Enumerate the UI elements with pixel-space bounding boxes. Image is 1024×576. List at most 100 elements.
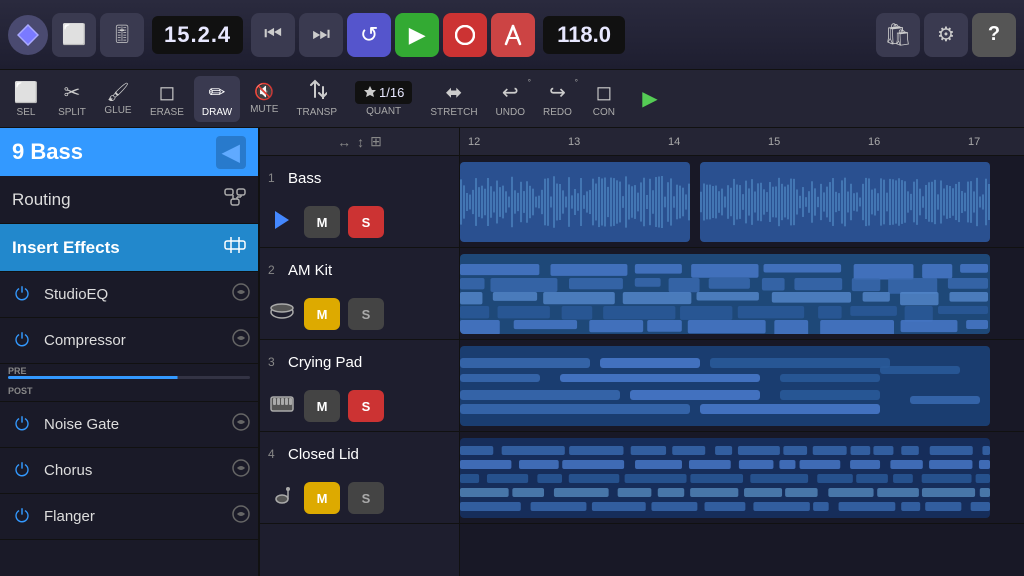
glue-icon: 🖌 [107,82,130,103]
mute-btn-0[interactable]: M [304,206,340,238]
solo-btn-3[interactable]: S [348,482,384,514]
tool-stretch[interactable]: ⬌ STRETCH [422,76,485,122]
time-display: 15.2.4 [152,16,243,54]
top-toolbar: ⬜ 🎚 15.2.4 ⏮ ⏭ ↺ ▶ 118.0 🛍 ⚙ ? [0,0,1024,70]
solo-btn-1[interactable]: S [348,298,384,330]
transp-icon [307,79,327,105]
tool-undo[interactable]: ↩° UNDO [488,76,533,122]
tool-transp[interactable]: TRANSP [288,75,345,122]
erase-icon: ◻ [159,80,176,105]
track-name-1: AM Kit [288,262,451,279]
quant-display: 1/16 [355,81,412,104]
stretch-icon: ⬌ [446,80,463,105]
routing-label: Routing [12,190,71,210]
edit-noisegate-icon[interactable] [232,413,250,436]
flanger-name: Flanger [44,508,224,525]
tool-glue[interactable]: 🖌 GLUE [96,78,140,120]
insert-effects-label: Insert Effects [12,238,120,258]
effect-row-noisegate[interactable]: ⏻ Noise Gate [0,402,258,448]
ruler-mark-15: 15 [760,136,860,148]
tool-play-small[interactable]: ▶ [628,82,672,115]
bpm-display: 118.0 [543,16,625,54]
tool-redo[interactable]: ↪° REDO [535,76,580,122]
effect-row-chorus[interactable]: ⏻ Chorus [0,448,258,494]
skip-back-button[interactable]: ⏮ [251,13,295,57]
settings-button[interactable]: ⚙ [924,13,968,57]
chorus-name: Chorus [44,462,224,479]
split-label: SPLIT [58,107,86,118]
track-item-1: 2AM KitMS [260,248,459,340]
tool-draw[interactable]: ✏ DRAW [194,76,240,122]
track-name-0: Bass [288,170,451,187]
draw-icon: ✏ [209,80,226,105]
waveform-track-0[interactable] [460,156,1024,248]
quant-value: 1/16 [379,85,404,100]
solo-btn-0[interactable]: S [348,206,384,238]
insert-effects-icon [224,236,246,259]
grid-icon[interactable]: ⊞ [370,133,382,150]
undo-label: UNDO [496,107,525,118]
mute-btn-2[interactable]: M [304,390,340,422]
track-icon-0[interactable] [268,209,296,236]
solo-btn-2[interactable]: S [348,390,384,422]
sel-label: SEL [17,107,36,118]
mute-btn-1[interactable]: M [304,298,340,330]
main-area: 9 Bass ◀ Routing Insert Effect [0,128,1024,576]
track-icon-1[interactable] [268,302,296,327]
sel-icon: ⬜ [14,80,39,105]
noisegate-name: Noise Gate [44,416,224,433]
studioeq-name: StudioEQ [44,286,224,303]
edit-chorus-icon[interactable] [232,459,250,482]
waveform-track-1[interactable] [460,248,1024,340]
ruler-mark-16: 16 [860,136,960,148]
metronome-button[interactable] [491,13,535,57]
edit-flanger-icon[interactable] [232,505,250,528]
effect-row-compressor[interactable]: ⏻ Compressor [0,318,258,364]
edit-compressor-icon[interactable] [232,329,250,352]
power-flanger[interactable]: ⏻ [8,506,36,527]
insert-effects-row[interactable]: Insert Effects [0,224,258,272]
power-noisegate[interactable]: ⏻ [8,414,36,435]
tool-quant[interactable]: 1/16 QUANT [347,77,420,121]
mute-label: MUTE [250,104,278,115]
power-chorus[interactable]: ⏻ [8,460,36,481]
track-icon-2[interactable] [268,396,296,417]
ruler-mark-12: 12 [460,136,560,148]
right-panel: ↔ ↕ ⊞ 1213141516171819 1BassMS2AM KitMS3… [260,128,1024,576]
help-button[interactable]: ? [972,13,1016,57]
redo-icon: ↪° [549,80,566,105]
transp-label: TRANSP [296,107,337,118]
record-button[interactable] [443,13,487,57]
skip-forward-button[interactable]: ⏭ [299,13,343,57]
tool-sel[interactable]: ⬜ SEL [4,76,48,122]
mute-btn-3[interactable]: M [304,482,340,514]
track-arrow-button[interactable]: ◀ [216,136,246,169]
routing-row[interactable]: Routing [0,176,258,224]
track-item-0: 1BassMS [260,156,459,248]
loop-button[interactable]: ↺ [347,13,391,57]
stop-button[interactable]: ⬜ [52,13,96,57]
shop-button[interactable]: 🛍 [876,13,920,57]
h-scroll-icon[interactable]: ↔ [337,134,351,150]
waveform-track-2[interactable] [460,340,1024,432]
logo-button[interactable] [8,15,48,55]
play-button[interactable]: ▶ [395,13,439,57]
tool-split[interactable]: ✂ SPLIT [50,76,94,122]
edit-studioeq-icon[interactable] [232,283,250,306]
power-compressor[interactable]: ⏻ [8,330,36,351]
effect-row-flanger[interactable]: ⏻ Flanger [0,494,258,540]
tool-erase[interactable]: ◻ ERASE [142,76,192,122]
ruler-mark-14: 14 [660,136,760,148]
track-icon-3[interactable] [268,485,296,512]
ruler-row: ↔ ↕ ⊞ 1213141516171819 [260,128,1024,156]
waveform-track-3[interactable] [460,432,1024,524]
tool-mute[interactable]: 🔇 MUTE [242,78,286,119]
effect-row-studioeq[interactable]: ⏻ StudioEQ [0,272,258,318]
v-scroll-icon[interactable]: ↕ [357,134,364,150]
mixer-button[interactable]: 🎚 [100,13,144,57]
draw-label: DRAW [202,107,232,118]
power-studioeq[interactable]: ⏻ [8,284,36,305]
ruler-mark-17: 17 [960,136,1024,148]
tool-con[interactable]: ◻ CON [582,76,626,122]
glue-label: GLUE [104,105,131,116]
